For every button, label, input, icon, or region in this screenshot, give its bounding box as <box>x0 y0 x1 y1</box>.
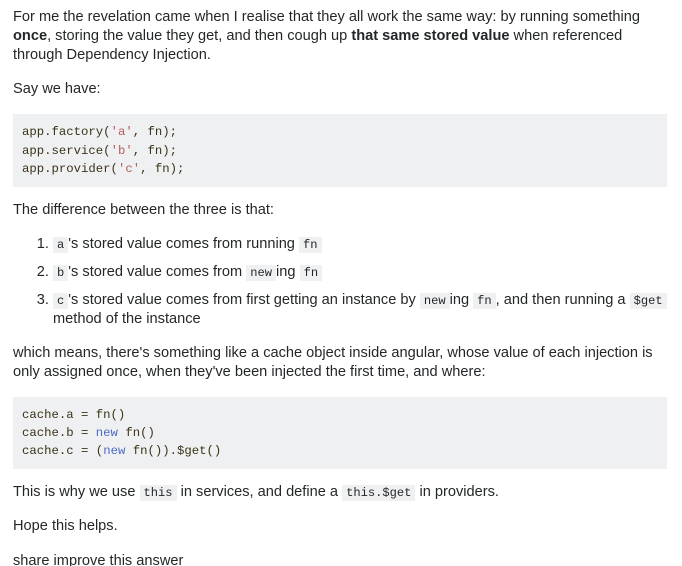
intro-segment-1: For me the revelation came when I realis… <box>13 9 641 25</box>
which-means-paragraph: which means, there's something like a ca… <box>13 344 653 380</box>
code-block-registration[interactable]: app.factory('a', fn); app.service('b', fn… <box>13 114 667 187</box>
answer-post-body: For me the revelation came when I realis… <box>0 0 682 566</box>
step-text: , and then running a <box>495 292 630 309</box>
step-text: method of the instance <box>53 311 201 328</box>
list-item: c's stored value comes from first gettin… <box>53 291 668 329</box>
code-token-plain: app.provider( <box>22 161 118 176</box>
inline-code: this <box>139 485 177 502</box>
code-line: cache.b = new fn() <box>22 424 658 442</box>
difference-list: a's stored value comes from running fn b… <box>13 235 668 329</box>
code-token-string: 'a' <box>110 125 133 140</box>
intro-segment-2: , storing the value they get, and then c… <box>47 28 352 45</box>
code-token-plain: , fn); <box>132 125 177 140</box>
this-is-why-segment-3: in providers. <box>415 484 499 501</box>
this-is-why-segment-1: This is why we use <box>13 484 140 501</box>
inline-code: fn <box>473 293 496 310</box>
step-text: ing <box>276 264 300 281</box>
code-token-plain: app.factory( <box>22 125 111 140</box>
inline-code: new <box>419 293 450 310</box>
inline-code: this.$get <box>342 485 416 502</box>
code-token-plain: , fn); <box>132 143 177 158</box>
this-is-why-segment-2: in services, and define a <box>176 484 343 501</box>
code-token-keyword: new <box>95 425 118 440</box>
code-token-string: 'b' <box>110 143 133 158</box>
list-item: b's stored value comes from newing fn <box>53 263 668 282</box>
code-token-plain: fn()).$get() <box>125 444 222 459</box>
code-token-keyword: new <box>103 444 126 459</box>
inline-code: fn <box>298 237 322 254</box>
code-token-plain: cache.c = ( <box>22 444 104 459</box>
code-token-string: 'c' <box>117 161 141 176</box>
inline-code: c <box>53 293 69 310</box>
code-token-plain: app.service( <box>22 143 111 158</box>
inline-code: $get <box>629 293 667 310</box>
clipped-footer-line: share improve this answer <box>13 552 184 566</box>
code-line: app.factory('a', fn); <box>22 123 658 141</box>
step-text: ing <box>449 292 474 309</box>
code-line: app.service('b', fn); <box>22 142 658 160</box>
inline-code: new <box>246 265 277 282</box>
step-text: 's stored value comes from <box>68 264 247 281</box>
bold-that-same-stored-value: that same stored value <box>351 28 510 45</box>
say-we-have-paragraph: Say we have: <box>13 81 101 98</box>
code-token-plain: , fn); <box>140 161 185 176</box>
inline-code: fn <box>299 265 323 282</box>
inline-code: a <box>53 237 69 254</box>
bold-once: once <box>13 28 48 45</box>
step-text: 's stored value comes from first getting… <box>68 292 420 309</box>
code-token-plain: fn() <box>117 425 155 440</box>
code-token-plain: cache.a = fn() <box>22 407 126 422</box>
code-block-cache[interactable]: cache.a = fn() cache.b = new fn() cache.c … <box>13 396 667 470</box>
code-line: app.provider('c', fn); <box>22 160 658 178</box>
code-line: cache.c = (new fn()).$get() <box>22 442 658 460</box>
step-text: 's stored value comes from running <box>68 236 299 253</box>
this-is-why-paragraph: This is why we use this in services, and… <box>13 483 668 502</box>
intro-paragraph: For me the revelation came when I realis… <box>13 8 668 65</box>
inline-code: b <box>53 265 69 282</box>
hope-this-helps-paragraph: Hope this helps. <box>13 518 118 535</box>
difference-lead-paragraph: The difference between the three is that… <box>13 202 274 218</box>
code-token-plain: cache.b = <box>22 425 96 440</box>
code-line: cache.a = fn() <box>22 406 658 424</box>
list-item: a's stored value comes from running fn <box>53 235 668 254</box>
